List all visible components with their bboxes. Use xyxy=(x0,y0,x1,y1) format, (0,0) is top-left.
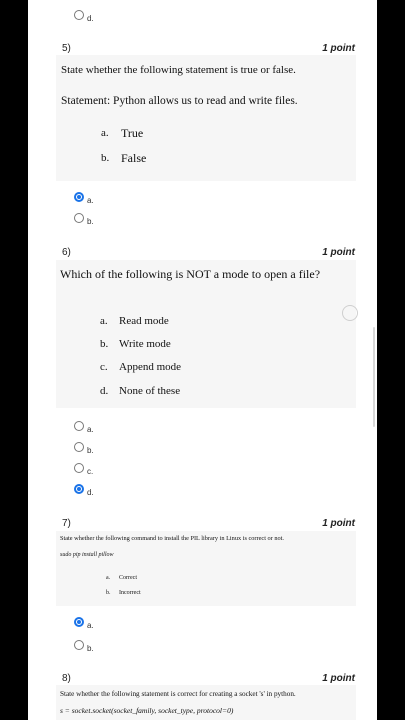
option-letter: b. xyxy=(106,590,111,596)
option-letter: a. xyxy=(101,127,109,139)
option-letter: d. xyxy=(100,385,109,397)
command-text: sudo pip install pillow xyxy=(60,552,114,558)
q5-option-a[interactable]: a. xyxy=(74,190,94,205)
option-text: None of these xyxy=(119,385,181,397)
scrollbar-thumb[interactable] xyxy=(373,327,375,427)
question-number: 6) xyxy=(62,247,71,258)
question-box: State whether the following statement is… xyxy=(56,685,356,720)
radio-button[interactable] xyxy=(74,484,84,494)
radio-button[interactable] xyxy=(74,617,84,627)
question-text: Which of the following is NOT a mode to … xyxy=(60,267,321,281)
question-number: 7) xyxy=(62,518,71,529)
q5-option-b[interactable]: b. xyxy=(74,211,94,226)
question-number: 5) xyxy=(62,43,71,54)
question-points: 1 point xyxy=(322,673,355,684)
q6-option-b[interactable]: b. xyxy=(74,440,94,455)
option-text: Read mode xyxy=(119,315,169,327)
question-text: State whether the following statement is… xyxy=(60,690,296,698)
q7-option-b[interactable]: b. xyxy=(74,638,94,653)
option-letter: c. xyxy=(100,361,108,373)
quiz-page: d. 5) 1 point State whether the followin… xyxy=(28,0,377,720)
question-text: State whether the following command to i… xyxy=(60,535,284,542)
clear-selection-icon[interactable] xyxy=(342,305,358,321)
question-box: State whether the following command to i… xyxy=(56,531,356,606)
radio-button[interactable] xyxy=(74,10,84,20)
q4-option-d[interactable]: d. xyxy=(74,8,94,23)
radio-button[interactable] xyxy=(74,421,84,431)
radio-button[interactable] xyxy=(74,640,84,650)
option-letter: b. xyxy=(100,338,109,350)
option-text: Write mode xyxy=(119,338,171,350)
question-text: State whether the following statement is… xyxy=(61,64,296,76)
question-points: 1 point xyxy=(322,43,355,54)
q6-option-a[interactable]: a. xyxy=(74,419,94,434)
question-points: 1 point xyxy=(322,247,355,258)
option-letter: a. xyxy=(106,575,111,581)
statement-text: Statement: Python allows us to read and … xyxy=(61,95,298,107)
q7-option-a[interactable]: a. xyxy=(74,615,94,630)
question-number: 8) xyxy=(62,673,71,684)
option-text: False xyxy=(121,151,147,165)
option-text: Append mode xyxy=(119,361,182,373)
code-text: s = socket.socket(socket_family, socket_… xyxy=(60,706,234,715)
question-box: State whether the following statement is… xyxy=(56,55,356,181)
radio-button[interactable] xyxy=(74,442,84,452)
radio-button[interactable] xyxy=(74,192,84,202)
option-text: True xyxy=(121,126,144,140)
option-text: Incorrect xyxy=(119,590,141,596)
question-points: 1 point xyxy=(322,518,355,529)
radio-button[interactable] xyxy=(74,463,84,473)
q6-option-c[interactable]: c. xyxy=(74,461,93,476)
option-letter: a. xyxy=(100,315,108,327)
option-letter: b. xyxy=(101,152,110,164)
question-box: Which of the following is NOT a mode to … xyxy=(56,260,356,408)
radio-button[interactable] xyxy=(74,213,84,223)
q6-option-d[interactable]: d. xyxy=(74,482,94,497)
option-text: Correct xyxy=(119,575,137,581)
